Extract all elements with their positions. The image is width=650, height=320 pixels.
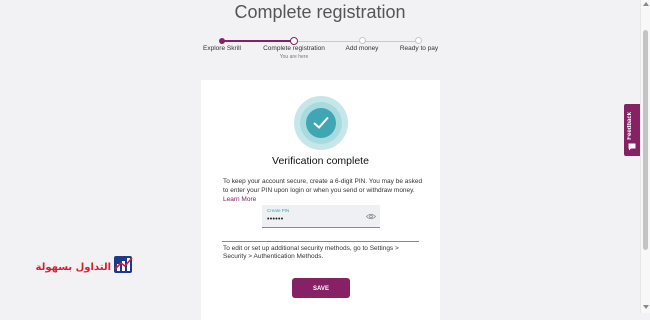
chat-icon [628,143,636,151]
pin-description: To keep your account secure, create a 6-… [223,177,423,204]
feedback-tab[interactable]: Feedback [624,104,640,156]
pin-description-text: To keep your account secure, create a 6-… [223,178,423,194]
vertical-scrollbar[interactable] [640,0,650,313]
step-dot-ready-to-pay [415,37,422,44]
scroll-down-arrow[interactable] [643,305,649,309]
stepper-track-completed [222,40,294,42]
step-dot-explore-skrill [219,38,225,44]
create-pin-field[interactable]: Create PIN •••••• [262,205,380,228]
step-dot-complete-registration [290,37,298,45]
verification-badge [294,96,348,150]
svg-text:التداول بسهولة: التداول بسهولة [36,262,111,273]
stepper-track-remaining [294,40,419,42]
create-pin-input[interactable]: •••••• [267,216,284,223]
create-pin-label: Create PIN [267,208,290,213]
step-label-complete-registration: Complete registration [263,45,325,52]
step-label-add-money: Add money [345,45,379,52]
step-label-explore-skrill: Explore Skrill [203,45,241,52]
check-icon [313,116,329,129]
progress-stepper [219,37,422,45]
scroll-thumb[interactable] [643,30,648,250]
step-sublabel-you-are-here: You are here [279,54,309,60]
security-methods-text: To edit or set up additional security me… [223,245,399,260]
watermark-logo: التداول بسهولة [36,256,133,273]
page-title: Complete registration [234,2,406,22]
registration-card: Verification complete To keep your accou… [201,80,440,320]
step-dot-add-money [359,37,366,44]
verification-heading: Verification complete [272,155,369,167]
eye-icon[interactable] [366,213,376,220]
step-label-ready-to-pay: Ready to pay [399,45,439,52]
learn-more-link[interactable]: Learn More [223,196,256,203]
feedback-label: Feedback [627,112,633,140]
save-button[interactable]: SAVE [292,278,350,298]
scroll-up-arrow[interactable] [643,2,649,6]
divider [222,241,419,242]
